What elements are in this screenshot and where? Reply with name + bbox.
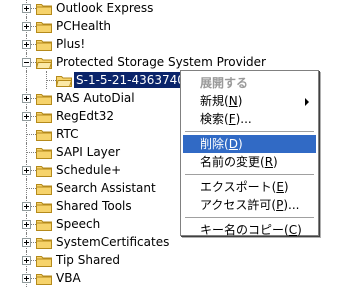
expand-icon[interactable]: [22, 274, 31, 283]
tree-line: [46, 80, 56, 81]
tree-item-label[interactable]: Search Assistant: [54, 180, 158, 196]
expand-icon[interactable]: [22, 4, 31, 13]
menu-item[interactable]: 名前の変更(R): [183, 153, 316, 171]
folder-icon: [36, 20, 52, 33]
tree-line: [26, 188, 36, 189]
tree-item-label[interactable]: Tip Shared: [54, 252, 122, 268]
tree-line: [26, 134, 36, 135]
folder-icon: [36, 254, 52, 267]
menu-separator: [185, 174, 314, 175]
menu-item-label: 新規: [200, 94, 225, 108]
folder-icon: [36, 2, 52, 15]
menu-separator: [185, 217, 314, 218]
menu-accelerator: P: [276, 198, 284, 212]
menu-item-label: キー名のコピー: [200, 223, 285, 237]
tree-item[interactable]: Outlook Express: [0, 0, 350, 17]
folder-icon: [36, 272, 52, 285]
menu-accelerator: N: [228, 94, 238, 108]
menu-item[interactable]: アクセス許可(P)...: [183, 196, 316, 214]
tree-item-label[interactable]: Plus!: [54, 36, 87, 52]
tree-item-label[interactable]: Outlook Express: [54, 0, 155, 16]
expand-icon[interactable]: [22, 22, 31, 31]
expand-icon[interactable]: [22, 166, 31, 175]
tree-item-label[interactable]: Shared Tools: [54, 198, 134, 214]
menu-item-label: 名前の変更: [200, 155, 261, 169]
tree-item[interactable]: Tip Shared: [0, 251, 350, 269]
menu-accelerator: R: [264, 155, 274, 169]
collapse-icon[interactable]: [22, 58, 31, 67]
tree-item-label[interactable]: Speech: [54, 216, 102, 232]
menu-accelerator: E: [276, 180, 284, 194]
tree-item-label[interactable]: VBA: [54, 270, 83, 286]
menu-accelerator: D: [228, 137, 238, 151]
expand-icon[interactable]: [22, 40, 31, 49]
menu-item-label: 検索: [200, 112, 225, 126]
menu-item[interactable]: 削除(D): [183, 135, 316, 153]
menu-accelerator: C: [288, 223, 298, 237]
expand-icon[interactable]: [22, 112, 31, 121]
expand-icon[interactable]: [22, 94, 31, 103]
context-menu[interactable]: 展開する 新規(N) 検索(F)... 削除(D) 名前の変更(R) エクスポート(E) ア…: [180, 70, 319, 239]
folder-icon: [36, 110, 52, 123]
expand-icon[interactable]: [22, 202, 31, 211]
tree-line: [26, 71, 27, 89]
folder-open-icon: [35, 56, 53, 69]
menu-item[interactable]: キー名のコピー(C): [183, 221, 316, 239]
menu-item-label: エクスポート: [200, 180, 272, 194]
tree-item-label[interactable]: SystemCertificates: [54, 234, 171, 250]
menu-item-label: 削除: [200, 137, 225, 151]
menu-item[interactable]: エクスポート(E): [183, 178, 316, 196]
tree-item[interactable]: PCHealth: [0, 17, 350, 35]
expand-icon[interactable]: [22, 238, 31, 247]
tree-item-label[interactable]: RTC: [54, 126, 80, 142]
tree-item-label[interactable]: SAPI Layer: [54, 144, 122, 160]
tree-item-label[interactable]: Schedule+: [54, 162, 123, 178]
menu-item[interactable]: 展開する: [183, 74, 316, 92]
tree-line: [26, 152, 36, 153]
folder-icon: [36, 236, 52, 249]
tree-item-label[interactable]: PCHealth: [54, 18, 113, 34]
folder-icon: [36, 128, 52, 141]
expand-icon[interactable]: [22, 220, 31, 229]
menu-item-suffix: ...: [288, 198, 300, 212]
menu-accelerator: F: [228, 112, 236, 126]
folder-open-icon: [55, 74, 73, 87]
menu-item[interactable]: 新規(N): [183, 92, 316, 110]
tree-item[interactable]: Protected Storage System Provider: [0, 53, 350, 71]
folder-icon: [36, 146, 52, 159]
menu-item-label: アクセス許可: [200, 198, 272, 212]
menu-item-label: 展開する: [200, 76, 249, 90]
folder-icon: [36, 38, 52, 51]
menu-item-suffix: ...: [240, 112, 252, 126]
tree-item-label[interactable]: RAS AutoDial: [54, 90, 137, 106]
tree-item[interactable]: VBA: [0, 269, 350, 287]
expand-icon[interactable]: [22, 256, 31, 265]
menu-item[interactable]: 検索(F)...: [183, 110, 316, 128]
folder-icon: [36, 200, 52, 213]
menu-separator: [185, 131, 314, 132]
folder-icon: [36, 182, 52, 195]
folder-icon: [36, 92, 52, 105]
folder-icon: [36, 218, 52, 231]
tree-item-label[interactable]: RegEdt32: [54, 108, 116, 124]
tree-item-label[interactable]: Protected Storage System Provider: [54, 54, 268, 70]
submenu-arrow-icon: [305, 98, 309, 106]
folder-icon: [36, 164, 52, 177]
tree-item[interactable]: Plus!: [0, 35, 350, 53]
